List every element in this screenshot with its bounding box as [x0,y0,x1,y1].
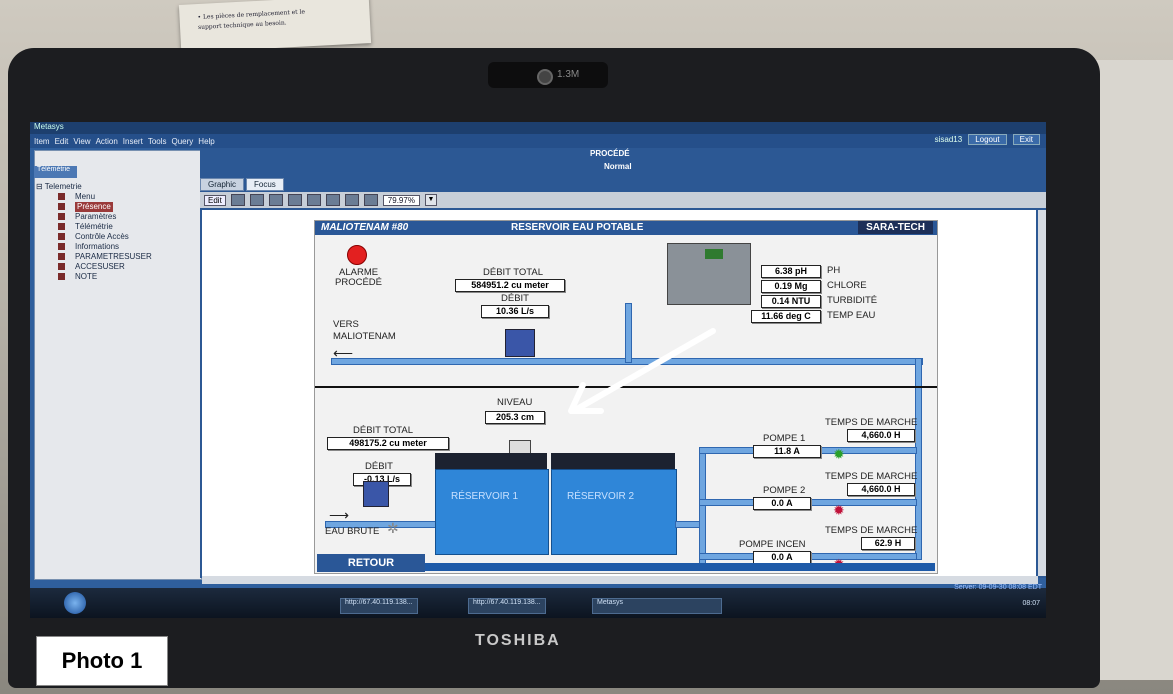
view-title: PROCÉDÉ [590,149,630,158]
photo-caption: Photo 1 [36,636,168,686]
tree-root-label: Telemetrie [44,182,82,191]
laptop-brand: TOSHIBA [475,632,561,649]
window-title: Metasys [34,122,64,131]
view-status: Normal [604,162,632,171]
tree-item-label: Contrôle Accès [75,232,129,241]
tab-graphic[interactable]: Graphic [200,178,245,191]
graphic-toolbar: Edit 79.97% ▼ [200,192,1046,208]
tree-item-label: NOTE [75,272,98,281]
folder-icon [58,233,65,241]
zoom-level-field[interactable]: 79.97% [382,194,420,206]
logout-button[interactable]: Logout [968,134,1007,145]
folder-icon [58,243,65,251]
tree-item-label: Informations [75,242,120,251]
screen: Metasys Item Edit View Action Insert Too… [30,122,1046,618]
tree-item-label: ACCESUSER [75,262,125,271]
menu-item[interactable]: Insert [123,137,143,146]
tree-item-label: Paramètres [75,212,117,221]
folder-icon [58,203,65,211]
navigation-tree: ⊟ Telemetrie Menu Présence Paramètres Té… [36,182,152,282]
menu-item[interactable]: Edit [55,137,69,146]
tree-item-label: Menu [75,192,96,201]
folder-icon [58,213,65,221]
system-clock: 08:07 [1022,600,1040,607]
taskbar-item[interactable]: http://67.40.119.138... [468,598,546,614]
tree-item[interactable]: Contrôle Accès [36,232,152,242]
pan-hand-icon[interactable] [287,194,302,206]
session-controls: sisad13 Logout Exit [935,134,1040,145]
annotation-arrow-icon [568,328,716,414]
start-button[interactable] [64,592,86,614]
tree-item[interactable]: Menu [36,192,152,202]
server-time: Server: 09-09-30 08:08 EDT [954,584,1042,591]
zoom-in-icon[interactable] [306,194,321,206]
exit-button[interactable]: Exit [1012,134,1040,145]
username: sisad13 [934,135,963,144]
folder-icon [58,263,65,271]
tree-item-label: Présence [75,202,113,212]
pointer-icon[interactable] [268,194,283,206]
side-paper [1096,60,1173,680]
folder-icon [58,223,65,231]
zoom-window-icon[interactable] [363,194,378,206]
menu-item[interactable]: Tools [148,137,167,146]
edit-button[interactable]: Edit [204,194,226,206]
tab-telemetrie[interactable]: Télémétrie [34,166,77,178]
hmi-synoptic: MALIOTENAM #80 RESERVOIR EAU POTABLE SAR… [314,220,938,574]
vertical-scrollbar[interactable] [1038,210,1046,576]
tree-item[interactable]: Paramètres [36,212,152,222]
tab-focus[interactable]: Focus [246,178,284,191]
save-icon[interactable] [230,194,245,206]
tree-item[interactable]: Télémétrie [36,222,152,232]
zoom-fit-icon[interactable] [344,194,359,206]
tree-item-label: PARAMETRESUSER [75,252,152,261]
menu-item[interactable]: Action [96,137,118,146]
folder-icon [58,273,65,281]
chevron-down-icon[interactable]: ▼ [424,194,437,206]
tree-root[interactable]: ⊟ Telemetrie [36,182,152,192]
menu-item[interactable]: Help [198,137,214,146]
webcam-label: 1.3M [557,69,580,80]
window-titlebar: Metasys [30,122,1046,134]
tree-item[interactable]: PARAMETRESUSER [36,252,152,262]
desk-note-line-2: support technique au besoin. [197,19,287,32]
menu-bar: Item Edit View Action Insert Tools Query… [30,134,1046,148]
tree-item[interactable]: ACCESUSER [36,262,152,272]
folder-icon [58,253,65,261]
view-tabs: Graphic Focus [200,178,284,191]
taskbar-item-metasys[interactable]: Metasys [592,598,722,614]
menu-item[interactable]: Item [34,137,50,146]
zoom-out-icon[interactable] [325,194,340,206]
desk-note-line-1: • Les pièces de remplacement et le [197,8,306,22]
tree-item-label: Télémétrie [75,222,113,231]
menu-item[interactable]: Query [172,137,194,146]
camera-icon [537,69,553,85]
tree-item[interactable]: NOTE [36,272,152,282]
tree-item[interactable]: Informations [36,242,152,252]
print-icon[interactable] [249,194,264,206]
folder-icon [58,193,65,201]
taskbar-item[interactable]: http://67.40.119.138... [340,598,418,614]
tree-item-selected[interactable]: Présence [36,202,152,212]
horizontal-scrollbar[interactable] [202,576,1038,584]
menu-item[interactable]: View [73,137,90,146]
